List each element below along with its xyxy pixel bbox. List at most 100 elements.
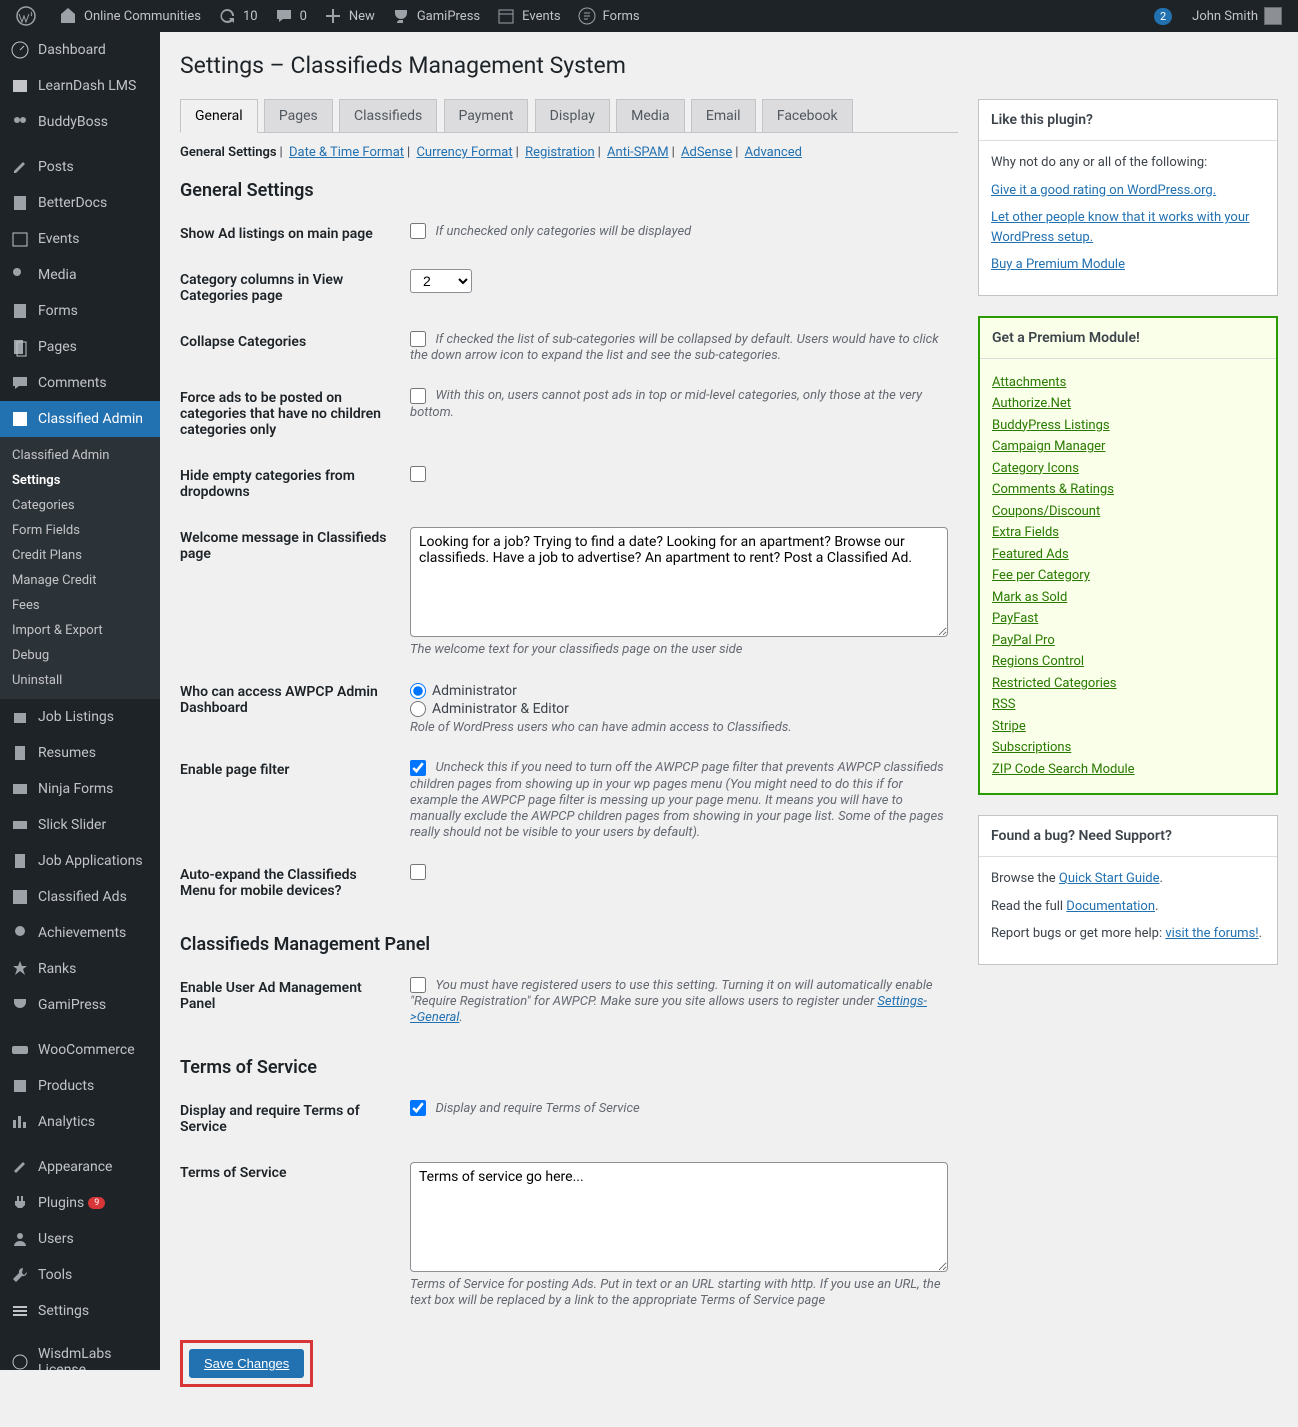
link-rating[interactable]: Give it a good rating on WordPress.org. (991, 183, 1216, 198)
sub-debug[interactable]: Debug (0, 643, 160, 668)
tab-pages[interactable]: Pages (264, 99, 333, 133)
radio-admin[interactable] (410, 683, 426, 699)
menu-classified-ads[interactable]: Classified Ads (0, 879, 160, 915)
premium-link-1[interactable]: Authorize.Net (992, 394, 1264, 414)
menu-analytics[interactable]: Analytics (0, 1104, 160, 1140)
tab-payment[interactable]: Payment (444, 99, 529, 133)
tab-general[interactable]: General (180, 99, 258, 133)
sub-categories[interactable]: Categories (0, 493, 160, 518)
subtab-date[interactable]: Date & Time Format (289, 145, 404, 160)
menu-settings[interactable]: Settings (0, 1293, 160, 1329)
premium-link-2[interactable]: BuddyPress Listings (992, 416, 1264, 436)
forms-bar[interactable]: Forms (569, 0, 648, 32)
select-cat-cols[interactable]: 2 (410, 269, 472, 293)
menu-dashboard[interactable]: Dashboard (0, 32, 160, 68)
subtab-currency[interactable]: Currency Format (416, 145, 512, 160)
premium-link-0[interactable]: Attachments (992, 373, 1264, 393)
sub-credit-plans[interactable]: Credit Plans (0, 543, 160, 568)
menu-betterdocs[interactable]: BetterDocs (0, 185, 160, 221)
menu-users[interactable]: Users (0, 1221, 160, 1257)
tab-media[interactable]: Media (616, 99, 685, 133)
save-button[interactable]: Save Changes (189, 1349, 304, 1378)
checkbox-hide-empty[interactable] (410, 466, 426, 482)
gamipress-bar[interactable]: GamiPress (383, 0, 488, 32)
menu-learndash[interactable]: LearnDash LMS (0, 68, 160, 104)
premium-link-6[interactable]: Coupons/Discount (992, 502, 1264, 522)
subtab-antispam[interactable]: Anti-SPAM (607, 145, 669, 160)
link-quickstart[interactable]: Quick Start Guide (1059, 871, 1160, 886)
tab-email[interactable]: Email (691, 99, 756, 133)
menu-appearance[interactable]: Appearance (0, 1149, 160, 1185)
premium-link-15[interactable]: RSS (992, 695, 1264, 715)
link-buy[interactable]: Buy a Premium Module (991, 257, 1125, 272)
premium-link-18[interactable]: ZIP Code Search Module (992, 760, 1264, 780)
sub-import-export[interactable]: Import & Export (0, 618, 160, 643)
subtab-registration[interactable]: Registration (525, 145, 595, 160)
link-works[interactable]: Let other people know that it works with… (991, 210, 1249, 245)
menu-job-applications[interactable]: Job Applications (0, 843, 160, 879)
sub-form-fields[interactable]: Form Fields (0, 518, 160, 543)
premium-link-10[interactable]: Mark as Sold (992, 588, 1264, 608)
menu-forms[interactable]: Forms (0, 293, 160, 329)
menu-ninja-forms[interactable]: Ninja Forms (0, 771, 160, 807)
premium-link-11[interactable]: PayFast (992, 609, 1264, 629)
menu-wisdmlabs[interactable]: WisdmLabs License (0, 1338, 160, 1370)
premium-link-16[interactable]: Stripe (992, 717, 1264, 737)
menu-pages[interactable]: Pages (0, 329, 160, 365)
premium-link-3[interactable]: Campaign Manager (992, 437, 1264, 457)
sub-classified-admin[interactable]: Classified Admin (0, 443, 160, 468)
menu-job-listings[interactable]: Job Listings (0, 699, 160, 735)
updates[interactable]: 10 (209, 0, 266, 32)
menu-plugins[interactable]: Plugins9 (0, 1185, 160, 1221)
premium-link-9[interactable]: Fee per Category (992, 566, 1264, 586)
checkbox-userpanel[interactable] (410, 977, 426, 993)
checkbox-autoexpand[interactable] (410, 864, 426, 880)
notifications[interactable]: 2 (1146, 0, 1184, 32)
premium-link-13[interactable]: Regions Control (992, 652, 1264, 672)
premium-link-14[interactable]: Restricted Categories (992, 674, 1264, 694)
tab-facebook[interactable]: Facebook (762, 99, 853, 133)
subtab-adsense[interactable]: AdSense (681, 145, 732, 160)
menu-gamipress[interactable]: GamiPress (0, 987, 160, 1023)
sub-settings[interactable]: Settings (0, 468, 160, 493)
my-account[interactable]: John Smith (1184, 0, 1290, 32)
checkbox-force[interactable] (410, 388, 426, 404)
premium-link-7[interactable]: Extra Fields (992, 523, 1264, 543)
menu-achievements[interactable]: Achievements (0, 915, 160, 951)
checkbox-collapse[interactable] (410, 331, 426, 347)
wp-logo[interactable] (8, 0, 50, 32)
checkbox-show-main[interactable] (410, 223, 426, 239)
subtab-advanced[interactable]: Advanced (745, 145, 802, 160)
sub-fees[interactable]: Fees (0, 593, 160, 618)
site-name[interactable]: Online Communities (50, 0, 209, 32)
checkbox-tos-req[interactable] (410, 1100, 426, 1116)
sub-uninstall[interactable]: Uninstall (0, 668, 160, 693)
checkbox-pagefilter[interactable] (410, 760, 426, 776)
menu-comments[interactable]: Comments (0, 365, 160, 401)
menu-media[interactable]: Media (0, 257, 160, 293)
link-docs[interactable]: Documentation (1066, 899, 1155, 914)
premium-link-17[interactable]: Subscriptions (992, 738, 1264, 758)
premium-link-5[interactable]: Comments & Ratings (992, 480, 1264, 500)
premium-link-4[interactable]: Category Icons (992, 459, 1264, 479)
menu-buddyboss[interactable]: BuddyBoss (0, 104, 160, 140)
menu-products[interactable]: Products (0, 1068, 160, 1104)
textarea-tos[interactable]: Terms of service go here... (410, 1162, 948, 1272)
menu-tools[interactable]: Tools (0, 1257, 160, 1293)
tab-display[interactable]: Display (535, 99, 610, 133)
menu-resumes[interactable]: Resumes (0, 735, 160, 771)
menu-events[interactable]: Events (0, 221, 160, 257)
events-bar[interactable]: Events (488, 0, 568, 32)
premium-link-8[interactable]: Featured Ads (992, 545, 1264, 565)
menu-woocommerce[interactable]: WooCommerce (0, 1032, 160, 1068)
menu-slick-slider[interactable]: Slick Slider (0, 807, 160, 843)
textarea-welcome[interactable]: Looking for a job? Trying to find a date… (410, 527, 948, 637)
premium-link-12[interactable]: PayPal Pro (992, 631, 1264, 651)
menu-ranks[interactable]: Ranks (0, 951, 160, 987)
menu-posts[interactable]: Posts (0, 149, 160, 185)
new-content[interactable]: New (315, 0, 383, 32)
tab-classifieds[interactable]: Classifieds (339, 99, 437, 133)
menu-classified-admin[interactable]: Classified Admin (0, 401, 160, 437)
sub-manage-credit[interactable]: Manage Credit (0, 568, 160, 593)
comments[interactable]: 0 (266, 0, 315, 32)
